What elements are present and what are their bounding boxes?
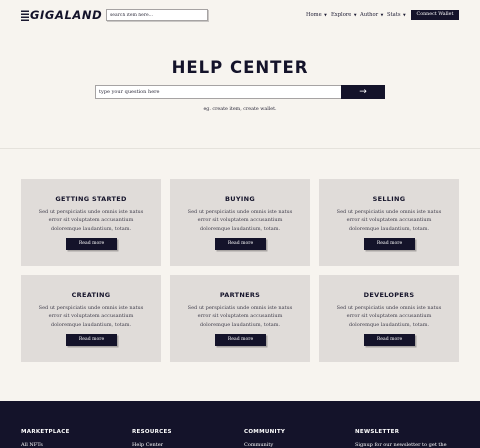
- read-more-button[interactable]: Read more: [66, 334, 117, 346]
- newsletter-description: Signup for our newsletter to get the: [355, 442, 447, 448]
- nav-stats-label: Stats: [387, 12, 401, 18]
- read-more-button[interactable]: Read more: [215, 334, 266, 346]
- card-title: CREATING: [71, 291, 111, 299]
- card-title: DEVELOPERS: [363, 291, 415, 299]
- card-description: Sed ut perspiciatis unde omnis iste natu…: [38, 305, 144, 328]
- card-description: Sed ut perspiciatis unde omnis iste natu…: [336, 209, 442, 232]
- nav-explore[interactable]: Explore ▼: [331, 12, 357, 18]
- footer-link-community[interactable]: Community: [244, 442, 273, 448]
- help-card-partners: PARTNERS Sed ut perspiciatis unde omnis …: [170, 275, 310, 362]
- search-hint: eg. create item, create wallet.: [203, 107, 277, 112]
- card-title: BUYING: [225, 195, 255, 203]
- help-card-creating: CREATING Sed ut perspiciatis unde omnis …: [21, 275, 161, 362]
- card-description: Sed ut perspiciatis unde omnis iste natu…: [336, 305, 442, 328]
- footer-link-help-center[interactable]: Help Center: [132, 442, 163, 448]
- chevron-down-icon: ▼: [353, 13, 357, 17]
- footer-heading-resources: RESOURCES: [132, 429, 172, 435]
- card-title: PARTNERS: [219, 291, 261, 299]
- question-search-input[interactable]: [95, 85, 341, 99]
- question-submit-button[interactable]: →: [341, 85, 385, 99]
- read-more-button[interactable]: Read more: [364, 334, 415, 346]
- help-card-getting-started: GETTING STARTED Sed ut perspiciatis unde…: [21, 179, 161, 266]
- read-more-button[interactable]: Read more: [364, 238, 415, 250]
- footer-heading-newsletter: NEWSLETTER: [355, 429, 400, 435]
- footer-heading-community: COMMUNITY: [244, 429, 286, 435]
- chevron-down-icon: ▼: [380, 13, 384, 17]
- chevron-down-icon: ▼: [402, 13, 406, 17]
- card-title: GETTING STARTED: [55, 195, 127, 203]
- nav-author[interactable]: Author ▼: [360, 12, 383, 18]
- chevron-down-icon: ▼: [324, 13, 327, 17]
- section-divider: [0, 148, 480, 149]
- page-title: HELP CENTER: [171, 58, 309, 77]
- nav-home[interactable]: Home ▼: [306, 12, 327, 18]
- card-title: SELLING: [372, 195, 406, 203]
- read-more-button[interactable]: Read more: [215, 238, 266, 250]
- card-description: Sed ut perspiciatis unde omnis iste natu…: [187, 209, 293, 232]
- logo-stripes-icon: [21, 9, 29, 21]
- footer-heading-marketplace: MARKETPLACE: [21, 429, 70, 435]
- nav-stats[interactable]: Stats ▼: [387, 12, 406, 18]
- nav-explore-label: Explore: [331, 12, 352, 18]
- help-card-buying: BUYING Sed ut perspiciatis unde omnis is…: [170, 179, 310, 266]
- arrow-right-icon: →: [359, 87, 367, 97]
- footer-link-all-nfts[interactable]: All NFTs: [21, 442, 43, 448]
- read-more-button[interactable]: Read more: [66, 238, 117, 250]
- nav-home-label: Home: [306, 12, 322, 18]
- site-logo[interactable]: GIGALAND: [21, 8, 102, 22]
- help-card-developers: DEVELOPERS Sed ut perspiciatis unde omni…: [319, 275, 459, 362]
- nav-author-label: Author: [360, 12, 379, 18]
- connect-wallet-button[interactable]: Connect Wallet: [411, 10, 459, 20]
- site-footer: MARKETPLACE All NFTs RESOURCES Help Cent…: [0, 401, 480, 448]
- logo-text: GIGALAND: [30, 8, 103, 22]
- site-header: GIGALAND Home ▼ Explore ▼ Author ▼ Stats…: [0, 0, 480, 30]
- card-description: Sed ut perspiciatis unde omnis iste natu…: [38, 209, 144, 232]
- help-card-selling: SELLING Sed ut perspiciatis unde omnis i…: [319, 179, 459, 266]
- item-search-input[interactable]: [106, 9, 208, 21]
- card-description: Sed ut perspiciatis unde omnis iste natu…: [187, 305, 293, 328]
